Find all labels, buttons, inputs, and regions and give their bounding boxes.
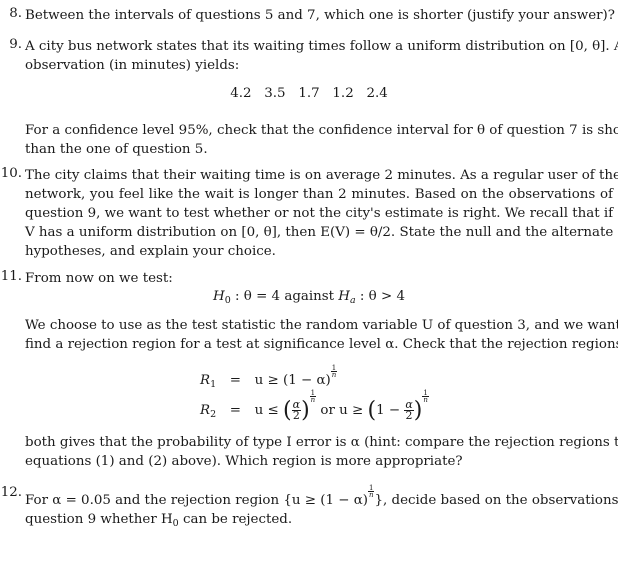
text-segment: question 9 whether H [25, 512, 173, 527]
question-text: We choose to use as the test statistic t… [25, 316, 618, 354]
text-line: The city claims that their waiting time … [25, 168, 618, 183]
h0-symbol: H [213, 289, 225, 304]
exponent-fraction: 1n [330, 365, 338, 379]
question-text: Between the intervals of questions 5 and… [25, 6, 615, 25]
text-line: V has a uniform distribution on [0, θ], … [25, 225, 614, 240]
text-line: observation (in minutes) yields: [25, 58, 240, 73]
ha-text: : θ > 4 [355, 289, 405, 304]
question-text: For α = 0.05 and the rejection region {u… [25, 485, 618, 533]
text-line: For α = 0.05 and the rejection region {u… [25, 485, 618, 510]
paren-close: ) [413, 398, 423, 423]
question-number: 8. [9, 6, 22, 21]
r1-symbol: R [200, 373, 211, 388]
text-segment: For α = 0.05 and the rejection region {u… [25, 493, 368, 508]
text-line: both gives that the probability of type … [25, 435, 618, 450]
text-line: From now on we test: [25, 271, 173, 286]
question-text: The city claims that their waiting time … [25, 166, 618, 261]
text-segment: can be rejected. [178, 512, 293, 527]
denominator: 2 [292, 409, 300, 422]
text-line: Between the intervals of questions 5 and… [25, 8, 615, 23]
text-line: A city bus network states that its waiti… [25, 39, 618, 54]
denominator: n [310, 396, 316, 404]
rejection-region-r2: R2 = u ≤ (α 2) 1 n or u ≥ (1 − α 2) 1 n [200, 390, 429, 423]
r2-expression-lower: u ≤ [254, 403, 284, 418]
denominator: n [423, 396, 428, 404]
text-line: equations (1) and (2) above). Which regi… [25, 454, 463, 469]
ha-symbol: H [338, 289, 350, 304]
paren-open: ( [283, 398, 292, 423]
text-line: For a confidence level 95%, check that t… [25, 123, 618, 138]
denominator: n [331, 371, 337, 379]
question-number: 12. [0, 485, 22, 500]
text-line: We choose to use as the test statistic t… [25, 318, 618, 333]
question-text: A city bus network states that its waiti… [25, 37, 618, 75]
observations-list: 4.2 3.5 1.7 1.2 2.4 [230, 86, 388, 101]
question-text: For a confidence level 95%, check that t… [25, 121, 618, 159]
question-number: 9. [9, 37, 22, 52]
alpha-over-two: α2 [291, 399, 302, 422]
exponent-fraction: 1n [309, 390, 317, 404]
r2-symbol: R [200, 403, 211, 418]
alpha-over-two: α2 [404, 399, 414, 422]
equals-sign: = [229, 403, 242, 418]
one-minus: 1 − [376, 403, 405, 418]
equals-sign: = [229, 373, 242, 388]
hypothesis-statement: H0 : θ = 4 against Ha : θ > 4 [0, 289, 618, 306]
text-line: hypotheses, and explain your choice. [25, 244, 276, 259]
text-line: question 9 whether H0 can be rejected. [25, 510, 613, 533]
text-line: find a rejection region for a test at si… [25, 337, 618, 352]
denominator: n [368, 491, 374, 499]
r1-expression: u ≥ (1 − α) [254, 373, 331, 388]
question-number: 11. [0, 269, 22, 284]
exponent-fraction: 1n [422, 390, 429, 404]
paren-open: ( [367, 398, 377, 423]
question-text: both gives that the probability of type … [25, 433, 618, 471]
subscript: 1 [210, 379, 217, 390]
text-line: than the one of question 5. [25, 142, 208, 157]
text-segment: }, decide based on the observations of [374, 493, 618, 508]
h0-text: : θ = 4 against [230, 289, 339, 304]
text-line: question 9, we want to test whether or n… [25, 206, 614, 221]
subscript: 2 [210, 409, 217, 420]
text-line: network, you feel like the wait is longe… [25, 187, 613, 202]
rejection-region-r1: R1 = u ≥ (1 − α) 1 n [200, 365, 338, 390]
denominator: 2 [405, 409, 413, 422]
r2-expression-or: or u ≥ [316, 403, 368, 418]
question-number: 10. [0, 166, 22, 181]
paren-close: ) [301, 398, 310, 423]
question-text: From now on we test: [25, 269, 613, 288]
